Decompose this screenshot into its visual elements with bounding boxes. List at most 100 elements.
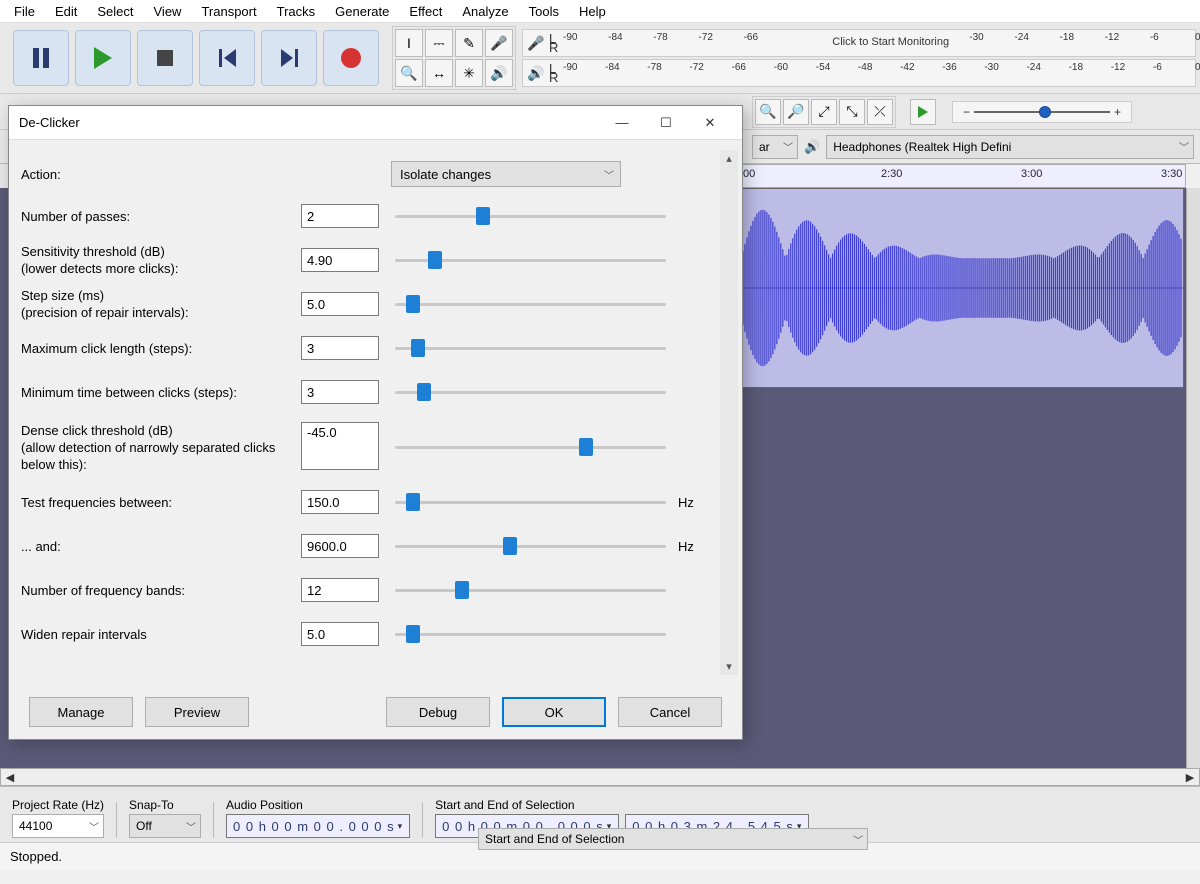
debug-button[interactable]: Debug [386,697,490,727]
skip-start-button[interactable] [199,30,255,86]
param-label: Sensitivity threshold (dB)(lower detects… [21,243,301,277]
param-slider-2[interactable] [395,295,666,313]
playback-speed-slider[interactable]: − + [952,101,1132,123]
menu-view[interactable]: View [144,2,192,21]
param-unit: Hz [678,539,706,554]
mic-tool[interactable]: 🎤 [485,29,513,57]
maximize-button[interactable]: ☐ [644,109,688,137]
param-slider-1[interactable] [395,251,666,269]
playback-meter[interactable]: 🔊 LR -90-84-78-72-66-60-54-48-42-36-30-2… [522,59,1196,87]
param-slider-3[interactable] [395,339,666,357]
dialog-titlebar[interactable]: De-Clicker — ☐ ✕ [9,106,742,140]
timeline-tick: 3:00 [1021,168,1042,180]
play-button[interactable] [75,30,131,86]
menu-help[interactable]: Help [569,2,616,21]
manage-button[interactable]: Manage [29,697,133,727]
param-label: Test frequencies between: [21,494,301,511]
ok-button[interactable]: OK [502,697,606,727]
param-slider-0[interactable] [395,207,666,225]
output-device-select[interactable]: Headphones (Realtek High Defini [826,135,1194,159]
param-label: Dense click threshold (dB)(allow detecti… [21,422,301,473]
param-input-3[interactable] [301,336,379,360]
scroll-down-icon[interactable]: ▾ [724,658,734,675]
param-input-6[interactable] [301,490,379,514]
param-input-1[interactable] [301,248,379,272]
scroll-right-icon[interactable]: ▶ [1181,771,1199,784]
horizontal-scrollbar[interactable]: ◀ ▶ [0,768,1200,786]
menu-tools[interactable]: Tools [519,2,569,21]
speaker-tool[interactable]: 🔊 [485,59,513,87]
zoom-out-button[interactable]: 🔎 [783,99,809,125]
close-button[interactable]: ✕ [688,109,732,137]
audio-track[interactable] [740,188,1184,388]
snap-to-select[interactable]: Off [129,814,201,838]
param-input-5[interactable] [301,422,379,470]
param-slider-6[interactable] [395,493,666,511]
menu-analyze[interactable]: Analyze [452,2,518,21]
output-icon: 🔊 [804,139,820,155]
envelope-tool[interactable]: ⎓ [425,29,453,57]
param-label: Widen repair intervals [21,626,301,643]
param-label: Minimum time between clicks (steps): [21,384,301,401]
zoom-in-button[interactable]: 🔍 [755,99,781,125]
project-rate-label: Project Rate (Hz) [12,798,104,812]
param-input-8[interactable] [301,578,379,602]
meters: 🎤 LR Click to Start Monitoring -90-84-78… [522,29,1196,87]
fit-selection-button[interactable]: ⤢ [811,99,837,125]
zoom-tool[interactable]: 🔍 [395,59,423,87]
param-unit: Hz [678,495,706,510]
scroll-left-icon[interactable]: ◀ [1,771,19,784]
host-select[interactable]: ar [752,135,798,159]
menu-effect[interactable]: Effect [399,2,452,21]
param-slider-4[interactable] [395,383,666,401]
timeline-ruler[interactable]: 00 2:30 3:00 3:30 [740,164,1186,188]
timeline-tick: 2:30 [881,168,902,180]
param-input-9[interactable] [301,622,379,646]
draw-tool[interactable]: ✎ [455,29,483,57]
param-slider-8[interactable] [395,581,666,599]
minimize-button[interactable]: — [600,109,644,137]
scroll-up-icon[interactable]: ▴ [724,150,734,167]
declicker-dialog: De-Clicker — ☐ ✕ Action: Isolate changes… [8,105,743,740]
param-slider-9[interactable] [395,625,666,643]
cancel-button[interactable]: Cancel [618,697,722,727]
param-input-7[interactable] [301,534,379,558]
menu-tracks[interactable]: Tracks [267,2,326,21]
timeshift-tool[interactable]: ↔ [425,59,453,87]
menu-select[interactable]: Select [87,2,143,21]
project-rate-select[interactable]: 44100 [12,814,104,838]
action-select[interactable]: Isolate changes [391,161,621,187]
param-slider-7[interactable] [395,537,666,555]
play-at-speed-button[interactable] [910,99,936,125]
recording-meter[interactable]: 🎤 LR Click to Start Monitoring -90-84-78… [522,29,1196,57]
selection-toolbar: Project Rate (Hz) 44100 Snap-To Off Audi… [0,786,1200,842]
stop-button[interactable] [137,30,193,86]
param-label: Maximum click length (steps): [21,340,301,357]
action-label: Action: [21,167,391,182]
param-label: ... and: [21,538,301,555]
vertical-scrollbar[interactable] [1186,188,1200,768]
menu-edit[interactable]: Edit [45,2,87,21]
param-input-4[interactable] [301,380,379,404]
record-button[interactable] [323,30,379,86]
param-input-0[interactable] [301,204,379,228]
param-input-2[interactable] [301,292,379,316]
fit-project-button[interactable]: ⤡ [839,99,865,125]
preview-button[interactable]: Preview [145,697,249,727]
waveform [741,189,1183,387]
selection-tool[interactable]: I [395,29,423,57]
param-label: Number of frequency bands: [21,582,301,599]
selection-mode-select[interactable]: Start and End of Selection [478,828,868,850]
menu-generate[interactable]: Generate [325,2,399,21]
menu-bar: File Edit Select View Transport Tracks G… [0,0,1200,23]
skip-end-button[interactable] [261,30,317,86]
zoom-toggle-button[interactable]: ⤫ [867,99,893,125]
audio-position-field[interactable]: 0 0 h 0 0 m 0 0 . 0 0 0 s▾ [226,814,410,838]
dialog-scrollbar[interactable]: ▴ ▾ [720,150,738,675]
pause-button[interactable] [13,30,69,86]
menu-file[interactable]: File [4,2,45,21]
multi-tool[interactable]: ✳ [455,59,483,87]
menu-transport[interactable]: Transport [191,2,266,21]
param-slider-5[interactable] [395,438,666,456]
meter-note: Click to Start Monitoring [832,36,949,48]
